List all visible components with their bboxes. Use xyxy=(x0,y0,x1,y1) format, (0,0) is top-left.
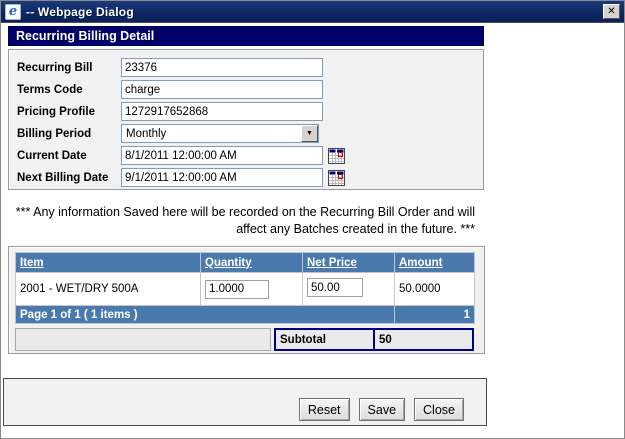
terms-code-label: Terms Code xyxy=(17,84,121,96)
internet-explorer-icon: e xyxy=(5,4,21,20)
form-row-recurring-bill: Recurring Bill xyxy=(17,58,483,77)
item-cell: 2001 - WET/DRY 500A xyxy=(16,273,201,306)
form-row-next-billing-date: Next Billing Date xyxy=(17,168,483,187)
subtotal-label: Subtotal xyxy=(274,328,374,351)
subtotal-spacer-cell xyxy=(15,328,271,351)
next-billing-date-label: Next Billing Date xyxy=(17,172,121,184)
table-row: 2001 - WET/DRY 500A 50.0000 xyxy=(16,273,475,306)
note-line-1: *** Any information Saved here will be r… xyxy=(8,204,475,221)
subtotal-row: Subtotal 50 xyxy=(15,328,474,351)
amount-cell: 50.0000 xyxy=(395,273,475,306)
window-title: -- Webpage Dialog xyxy=(26,5,134,19)
buttons-group: Reset Save Close xyxy=(299,398,464,421)
net-price-input[interactable] xyxy=(307,278,363,297)
billing-period-label: Billing Period xyxy=(17,128,121,140)
close-button[interactable]: Close xyxy=(414,398,464,421)
pager-row: Page 1 of 1 ( 1 items ) 1 xyxy=(16,306,475,324)
billing-period-select[interactable]: Monthly ▼ xyxy=(121,124,319,143)
table-header-row: Item Quantity Net Price Amount xyxy=(16,253,475,273)
column-header-amount[interactable]: Amount xyxy=(395,253,475,273)
subtotal-value: 50 xyxy=(374,328,474,351)
close-window-button[interactable]: ✕ xyxy=(603,4,620,19)
quantity-input[interactable] xyxy=(205,280,269,299)
form-row-terms-code: Terms Code xyxy=(17,80,483,99)
page-title: Recurring Billing Detail xyxy=(8,26,484,46)
pager-page-number[interactable]: 1 xyxy=(395,306,475,324)
form-row-pricing-profile: Pricing Profile xyxy=(17,102,483,121)
current-date-input[interactable] xyxy=(121,146,323,165)
billing-period-selected-value: Monthly xyxy=(122,128,301,140)
column-header-item[interactable]: Item xyxy=(16,253,201,273)
form-row-billing-period: Billing Period Monthly ▼ xyxy=(17,124,483,143)
note-line-2: affect any Batches created in the future… xyxy=(8,221,475,238)
line-items-grid-container: Item Quantity Net Price Amount 2001 - WE… xyxy=(8,246,485,354)
pricing-profile-label: Pricing Profile xyxy=(17,106,121,118)
save-button[interactable]: Save xyxy=(359,398,406,421)
column-header-net-price[interactable]: Net Price xyxy=(303,253,395,273)
quantity-cell xyxy=(201,273,303,306)
next-billing-date-calendar-button[interactable] xyxy=(328,170,345,186)
close-icon: ✕ xyxy=(607,6,615,17)
recurring-bill-input[interactable] xyxy=(121,58,323,77)
pricing-profile-input[interactable] xyxy=(121,102,323,121)
current-date-label: Current Date xyxy=(17,150,121,162)
column-header-quantity[interactable]: Quantity xyxy=(201,253,303,273)
save-warning-note: *** Any information Saved here will be r… xyxy=(8,204,475,238)
next-billing-date-input[interactable] xyxy=(121,168,323,187)
net-price-cell xyxy=(303,273,395,306)
pager-text: Page 1 of 1 ( 1 items ) xyxy=(16,306,395,324)
line-items-table: Item Quantity Net Price Amount 2001 - WE… xyxy=(15,252,475,324)
form-row-current-date: Current Date xyxy=(17,146,483,165)
recurring-bill-label: Recurring Bill xyxy=(17,62,121,74)
current-date-calendar-button[interactable] xyxy=(328,148,345,164)
reset-button[interactable]: Reset xyxy=(299,398,350,421)
calendar-icon xyxy=(328,170,345,186)
calendar-icon xyxy=(328,148,345,164)
terms-code-input[interactable] xyxy=(121,80,323,99)
recurring-bill-form: Recurring Bill Terms Code Pricing Profil… xyxy=(8,49,484,190)
action-buttons-panel: Reset Save Close xyxy=(3,378,487,426)
chevron-down-icon: ▼ xyxy=(301,125,318,142)
title-bar: e -- Webpage Dialog ✕ xyxy=(1,1,624,23)
webpage-dialog-window: e -- Webpage Dialog ✕ Recurring Billing … xyxy=(0,0,625,439)
